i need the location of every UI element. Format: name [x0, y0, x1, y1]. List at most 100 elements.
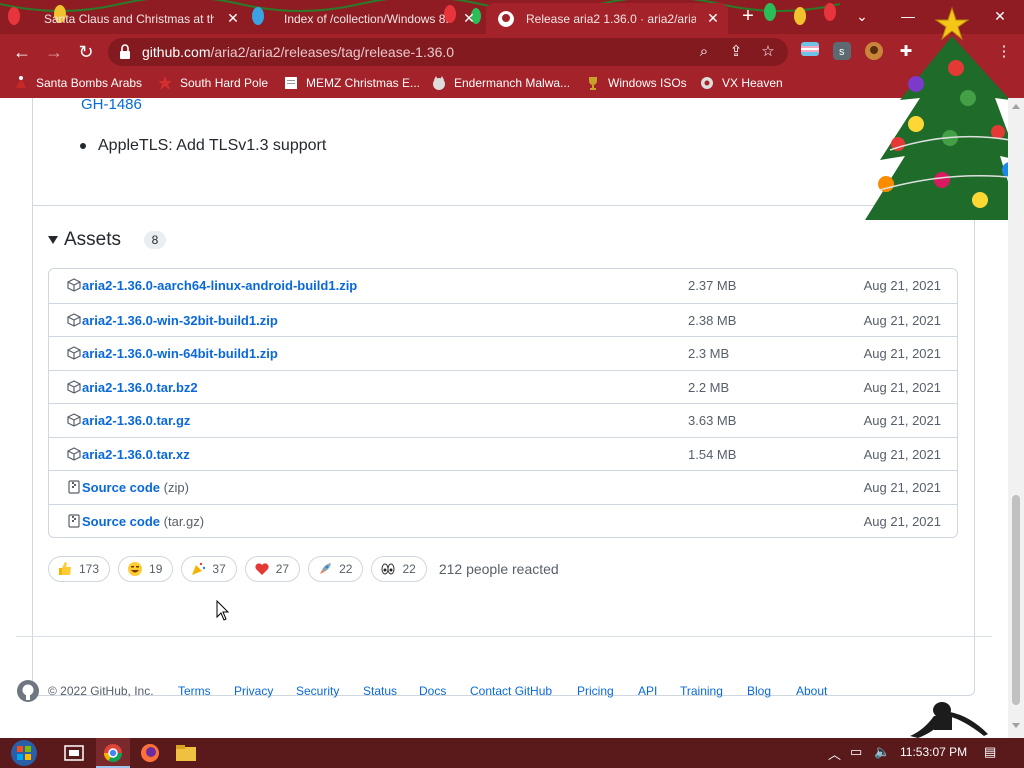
- bookmark-vx-heaven[interactable]: VX Heaven: [700, 76, 783, 90]
- chrome-taskbar-button[interactable]: [96, 738, 130, 768]
- page-icon: [285, 77, 297, 89]
- assets-toggle[interactable]: Assets: [48, 229, 121, 251]
- asset-download-link[interactable]: aria2-1.36.0.tar.bz2: [82, 380, 198, 395]
- scroll-thumb[interactable]: [1012, 495, 1020, 705]
- asset-date: Aug 21, 2021: [863, 312, 941, 328]
- chrome-icon: [104, 744, 122, 763]
- tab-santa[interactable]: Santa Claus and Christmas at the ✕: [4, 3, 248, 34]
- reaction-button[interactable]: 22: [371, 556, 427, 582]
- bookmark-santa-bombs-arabs[interactable]: Santa Bombs Arabs: [14, 76, 142, 90]
- cat-icon: [433, 76, 445, 90]
- bookmark-label: Endermanch Malwa...: [454, 76, 571, 90]
- asset-date: Aug 21, 2021: [863, 413, 941, 428]
- asset-download-link[interactable]: aria2-1.36.0-aarch64-linux-android-build…: [82, 278, 357, 293]
- file-zip-icon: [68, 513, 80, 528]
- footer-link-training[interactable]: Training: [680, 684, 723, 698]
- reaction-button[interactable]: 19: [118, 556, 174, 582]
- asset-row: aria2-1.36.0-win-32bit-build1.zip 2.38 MB…: [49, 302, 957, 337]
- star-icon[interactable]: ☆: [758, 42, 778, 62]
- package-icon: [67, 446, 81, 461]
- extension-s-icon[interactable]: s: [832, 42, 852, 62]
- bookmark-label: VX Heaven: [722, 76, 783, 90]
- reload-icon[interactable]: ↻: [74, 40, 98, 64]
- tab-index[interactable]: Index of /collection/Windows 8. ✕: [244, 3, 484, 34]
- vertical-scrollbar[interactable]: [1008, 98, 1024, 738]
- caret-down-icon: [48, 236, 58, 244]
- asset-row: aria2-1.36.0-aarch64-linux-android-build…: [49, 269, 957, 303]
- package-icon: [67, 278, 81, 292]
- asset-row: Source code (zip) Aug 21, 2021: [49, 470, 957, 504]
- reaction-count: 22: [402, 562, 416, 576]
- task-view-icon[interactable]: [62, 742, 86, 764]
- lock-icon: [120, 44, 130, 59]
- footer-link-docs[interactable]: Docs: [419, 684, 446, 698]
- asset-row: Source code (tar.gz) Aug 21, 2021: [49, 503, 957, 538]
- issue-link[interactable]: GH-1486: [81, 98, 142, 113]
- footer-link-security[interactable]: Security: [296, 684, 339, 698]
- start-button-icon[interactable]: [6, 738, 42, 768]
- taskbar-clock[interactable]: 11:53:07 PM: [900, 745, 967, 759]
- network-icon[interactable]: ▭: [850, 744, 862, 760]
- bookmark-south-hard-pole[interactable]: South Hard Pole: [158, 76, 268, 90]
- reaction-count: 37: [212, 562, 226, 576]
- asset-row: aria2-1.36.0.tar.gz 3.63 MB Aug 21, 2021: [49, 403, 957, 437]
- asset-row: aria2-1.36.0.tar.xz 1.54 MB Aug 21, 2021: [49, 436, 957, 471]
- bookmark-endermanch-malware[interactable]: Endermanch Malwa...: [432, 76, 570, 90]
- santa-icon: [16, 76, 26, 88]
- release-note-text: AppleTLS: Add TLSv1.3 support: [98, 137, 327, 154]
- footer-link-api[interactable]: API: [638, 684, 657, 698]
- tray-chevron-up-icon[interactable]: ︿: [828, 744, 841, 763]
- asset-name: aria2-1.36.0-win-64bit-build1.zip: [82, 346, 278, 361]
- back-arrow-icon[interactable]: ←: [10, 40, 34, 64]
- bullet-dot: [80, 143, 86, 149]
- asset-name: aria2-1.36.0-aarch64-linux-android-build…: [82, 278, 358, 293]
- maple-leaf-icon: [158, 76, 172, 90]
- reaction-button[interactable]: 37: [181, 556, 237, 582]
- reaction-button[interactable]: 173: [48, 556, 111, 582]
- asset-download-link[interactable]: aria2-1.36.0-win-64bit-build1.zip: [82, 346, 278, 361]
- github-icon: [498, 11, 514, 27]
- search-icon[interactable]: ⌕: [694, 42, 714, 62]
- asset-download-link[interactable]: aria2-1.36.0.tar.xz: [82, 447, 190, 462]
- forward-arrow-icon[interactable]: →: [42, 40, 66, 64]
- volume-icon[interactable]: 🔈: [874, 744, 890, 760]
- asset-download-link[interactable]: Source code (zip): [82, 480, 189, 495]
- footer-link-blog[interactable]: Blog: [747, 684, 771, 698]
- github-logo-icon[interactable]: [16, 679, 40, 703]
- footer-link-contact-github[interactable]: Contact GitHub: [470, 684, 552, 698]
- footer-link-about[interactable]: About: [796, 684, 827, 698]
- footer-link-privacy[interactable]: Privacy: [234, 684, 273, 698]
- asset-download-link[interactable]: Source code (tar.gz): [82, 514, 204, 529]
- asset-download-link[interactable]: aria2-1.36.0-win-32bit-build1.zip: [82, 313, 278, 328]
- close-icon[interactable]: ✕: [460, 9, 478, 27]
- tada-icon: [190, 561, 212, 577]
- asset-date: Aug 21, 2021: [863, 278, 941, 293]
- copyright-text: © 2022 GitHub, Inc.: [48, 684, 154, 698]
- firefox-icon[interactable]: [138, 742, 162, 764]
- flag-icon[interactable]: [800, 42, 820, 62]
- package-icon: [67, 312, 81, 327]
- page-content: GH-1486 AppleTLS: Add TLSv1.3 support As…: [0, 98, 1008, 738]
- reaction-button[interactable]: 27: [244, 556, 301, 582]
- footer-link-status[interactable]: Status: [363, 684, 397, 698]
- notifications-icon[interactable]: ▤: [984, 744, 996, 760]
- reaction-button[interactable]: 22: [308, 556, 364, 582]
- footer-link-pricing[interactable]: Pricing: [577, 684, 614, 698]
- new-tab-plus-icon[interactable]: +: [738, 6, 758, 26]
- tab-title: Santa Claus and Christmas at the: [44, 11, 214, 26]
- scroll-up-arrow-icon[interactable]: [1012, 104, 1020, 109]
- christmas-tree-decoration: [865, 6, 1020, 220]
- file-explorer-icon[interactable]: [174, 742, 198, 764]
- scroll-down-arrow-icon[interactable]: [1012, 723, 1020, 728]
- reactions-bar: 173 19 37 27 22 22 212 people reacted: [48, 555, 559, 583]
- asset-download-link[interactable]: aria2-1.36.0.tar.gz: [82, 413, 190, 428]
- close-icon[interactable]: ✕: [704, 9, 722, 27]
- close-icon[interactable]: ✕: [224, 9, 242, 27]
- tab-release[interactable]: Release aria2 1.36.0 · aria2/aria2 ✕: [486, 3, 728, 34]
- footer-link-terms[interactable]: Terms: [178, 684, 211, 698]
- bookmark-memz-christmas[interactable]: MEMZ Christmas E...: [284, 76, 420, 90]
- share-icon[interactable]: ⇪: [726, 42, 746, 62]
- address-bar[interactable]: github.com/aria2/aria2/releases/tag/rele…: [108, 38, 788, 66]
- bookmark-windows-isos[interactable]: Windows ISOs: [586, 76, 687, 90]
- rocket-icon: [317, 561, 339, 577]
